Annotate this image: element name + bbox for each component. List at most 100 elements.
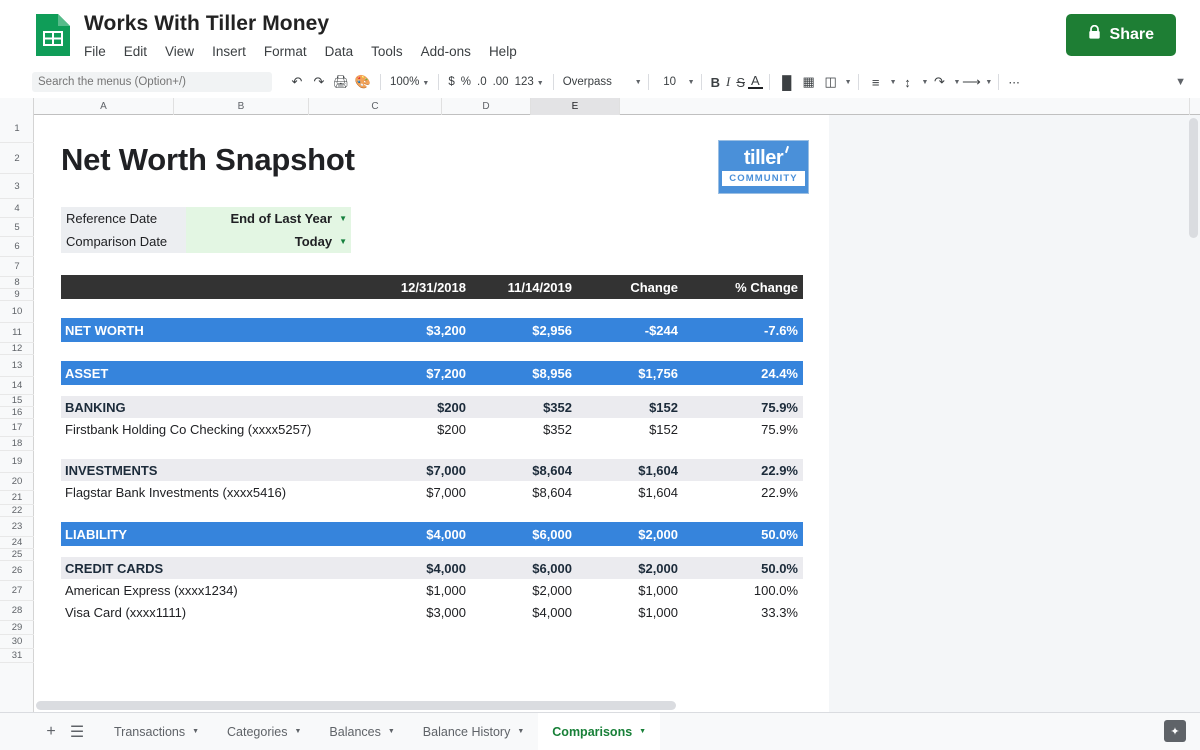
row-header-24[interactable]: 24 <box>0 537 34 549</box>
text-wrap-icon[interactable]: ↷ <box>928 72 950 92</box>
table-header-row[interactable]: 12/31/201811/14/2019Change% Change <box>61 275 803 299</box>
share-button[interactable]: Share <box>1066 14 1176 56</box>
vertical-scroll-thumb[interactable] <box>1189 118 1198 238</box>
column-header-overflow[interactable] <box>620 98 1190 115</box>
zoom-level-selector[interactable]: 100%▼ <box>387 76 432 88</box>
table-row[interactable]: INVESTMENTS$7,000$8,604$1,60422.9% <box>61 459 803 481</box>
vertical-align-icon[interactable]: ↕ <box>897 72 919 92</box>
row-header-12[interactable]: 12 <box>0 343 34 355</box>
google-sheets-icon[interactable] <box>32 12 74 58</box>
text-color-button[interactable]: A <box>748 75 763 89</box>
row-header-7[interactable]: 7 <box>0 257 34 277</box>
row-header-17[interactable]: 17 <box>0 419 34 437</box>
row-header-20[interactable]: 20 <box>0 473 34 491</box>
row-header-13[interactable]: 13 <box>0 355 34 377</box>
menu-add-ons[interactable]: Add-ons <box>421 44 471 59</box>
strikethrough-button[interactable]: S <box>733 75 748 90</box>
select-all-corner[interactable] <box>0 98 34 115</box>
chevron-down-icon[interactable]: ▼ <box>294 728 301 735</box>
horizontal-align-icon[interactable]: ≡ <box>865 72 887 92</box>
row-header-25[interactable]: 25 <box>0 549 34 561</box>
currency-format-button[interactable]: $ <box>445 76 457 88</box>
sheet-tab-balance-history[interactable]: Balance History▼ <box>409 713 538 750</box>
bold-button[interactable]: B <box>708 75 723 90</box>
decrease-decimal-button[interactable]: .0 <box>474 76 490 88</box>
chevron-down-icon[interactable]: ▼ <box>953 79 960 86</box>
chevron-down-icon[interactable]: ▼ <box>922 79 929 86</box>
font-size-selector[interactable]: 10 <box>655 76 685 88</box>
comparison-date-dropdown[interactable]: Today▼ <box>186 230 351 253</box>
chevron-up-icon[interactable]: ▼ <box>1175 76 1186 88</box>
row-header-9[interactable]: 9 <box>0 289 34 301</box>
row-header-4[interactable]: 4 <box>0 199 34 218</box>
explore-icon[interactable]: ✦ <box>1164 720 1186 742</box>
row-header-11[interactable]: 11 <box>0 323 34 343</box>
sheet-tab-transactions[interactable]: Transactions▼ <box>100 713 213 750</box>
chevron-down-icon[interactable]: ▼ <box>845 79 852 86</box>
row-header-10[interactable]: 10 <box>0 301 34 323</box>
chevron-down-icon[interactable]: ▼ <box>688 79 695 86</box>
row-header-8[interactable]: 8 <box>0 277 34 289</box>
italic-button[interactable]: I <box>723 74 733 90</box>
row-header-26[interactable]: 26 <box>0 561 34 581</box>
chevron-down-icon[interactable]: ▼ <box>192 728 199 735</box>
table-row[interactable]: LIABILITY$4,000$6,000$2,00050.0% <box>61 522 803 546</box>
undo-icon[interactable]: ↶ <box>286 72 308 92</box>
column-header-b[interactable]: B <box>174 98 309 115</box>
row-header-29[interactable]: 29 <box>0 621 34 635</box>
menu-data[interactable]: Data <box>325 44 354 59</box>
column-header-a[interactable]: A <box>34 98 174 115</box>
number-format-selector[interactable]: 123▼ <box>512 76 547 88</box>
row-header-15[interactable]: 15 <box>0 395 34 407</box>
horizontal-scroll-thumb[interactable] <box>36 701 676 710</box>
font-family-selector[interactable]: Overpass <box>560 76 632 88</box>
menu-tools[interactable]: Tools <box>371 44 403 59</box>
text-rotation-icon[interactable]: ⟶ <box>960 72 982 92</box>
row-header-27[interactable]: 27 <box>0 581 34 601</box>
table-row[interactable]: Visa Card (xxxx1111)$3,000$4,000$1,00033… <box>61 601 803 623</box>
menu-help[interactable]: Help <box>489 44 517 59</box>
document-title[interactable]: Works With Tiller Money <box>84 12 329 36</box>
horizontal-scrollbar[interactable] <box>36 701 1146 710</box>
sheet-tab-categories[interactable]: Categories▼ <box>213 713 315 750</box>
row-header-19[interactable]: 19 <box>0 451 34 473</box>
redo-icon[interactable]: ↷ <box>308 72 330 92</box>
row-header-3[interactable]: 3 <box>0 174 34 199</box>
table-row[interactable]: Flagstar Bank Investments (xxxx5416)$7,0… <box>61 481 803 503</box>
row-header-31[interactable]: 31 <box>0 649 34 663</box>
menu-edit[interactable]: Edit <box>124 44 147 59</box>
row-header-18[interactable]: 18 <box>0 437 34 451</box>
paint-format-icon[interactable]: 🎨 <box>352 72 374 92</box>
menu-file[interactable]: File <box>84 44 106 59</box>
table-row[interactable]: ASSET$7,200$8,956$1,75624.4% <box>61 361 803 385</box>
increase-decimal-button[interactable]: .00 <box>490 76 512 88</box>
row-header-6[interactable]: 6 <box>0 237 34 257</box>
print-icon[interactable]: 🖨 <box>330 72 352 92</box>
row-header-28[interactable]: 28 <box>0 601 34 621</box>
table-row[interactable]: NET WORTH$3,200$2,956-$244-7.6% <box>61 318 803 342</box>
row-header-2[interactable]: 2 <box>0 143 34 174</box>
reference-date-dropdown[interactable]: End of Last Year▼ <box>186 207 351 230</box>
chevron-down-icon[interactable]: ▼ <box>639 728 646 735</box>
all-sheets-icon[interactable]: ☰ <box>64 713 90 750</box>
menu-format[interactable]: Format <box>264 44 307 59</box>
table-row[interactable]: Firstbank Holding Co Checking (xxxx5257)… <box>61 418 803 440</box>
chevron-down-icon[interactable]: ▼ <box>388 728 395 735</box>
vertical-scrollbar[interactable] <box>1189 118 1198 698</box>
borders-icon[interactable]: ▦ <box>798 72 820 92</box>
fill-color-icon[interactable]: █ <box>776 72 798 92</box>
column-header-d[interactable]: D <box>442 98 531 115</box>
row-header-30[interactable]: 30 <box>0 635 34 649</box>
sheet-tab-balances[interactable]: Balances▼ <box>315 713 408 750</box>
more-options-button[interactable]: ⋯ <box>1005 75 1023 89</box>
merge-cells-icon[interactable]: ◫ <box>820 72 842 92</box>
menu-insert[interactable]: Insert <box>212 44 246 59</box>
add-sheet-icon[interactable]: + <box>38 713 64 750</box>
sheet-tab-comparisons[interactable]: Comparisons▼ <box>538 713 660 750</box>
spreadsheet-grid[interactable]: Net Worth Snapshot tiller COMMUNITY Refe… <box>34 115 1200 712</box>
row-header-1[interactable]: 1 <box>0 115 34 143</box>
row-header-5[interactable]: 5 <box>0 218 34 237</box>
row-header-14[interactable]: 14 <box>0 377 34 395</box>
column-header-e[interactable]: E <box>531 98 620 115</box>
chevron-down-icon[interactable]: ▼ <box>635 79 642 86</box>
